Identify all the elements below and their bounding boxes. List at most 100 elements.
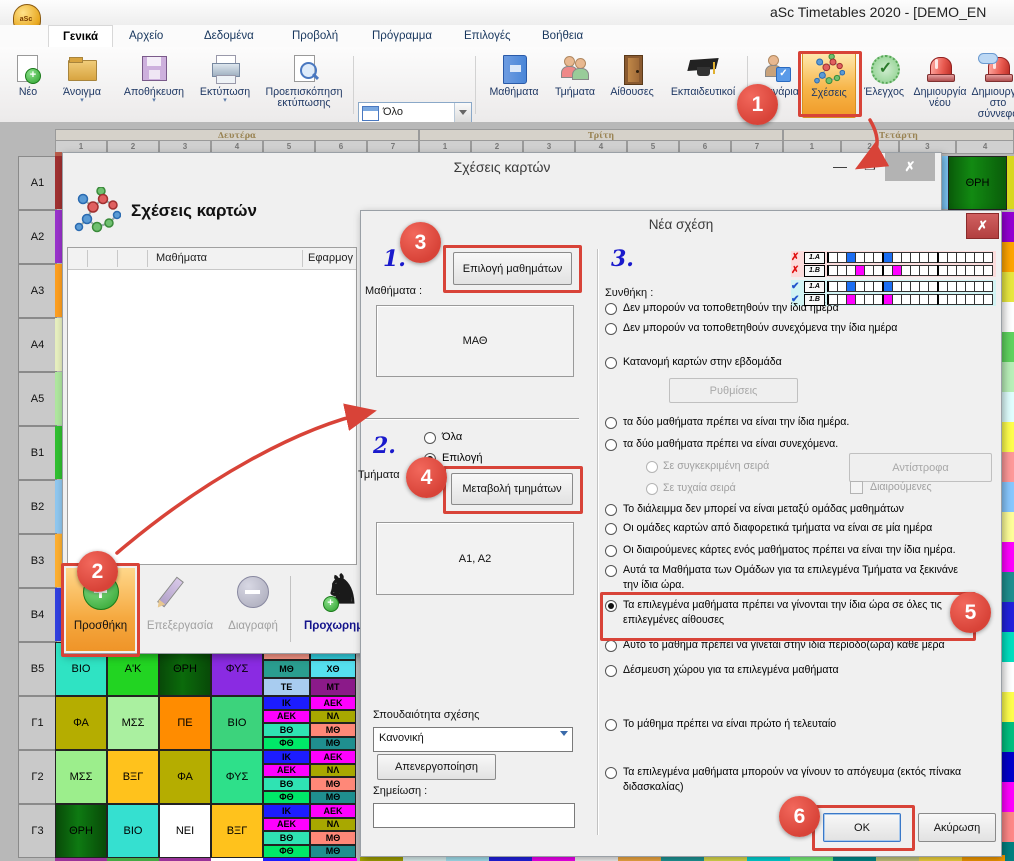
timetable-mini-cell[interactable]: ΤΕ [263, 678, 310, 696]
timetable-mini-cell[interactable]: ΜΘ [310, 777, 356, 791]
condition-label-16[interactable]: Τα επιλεγμένα μαθήματα μπορούν να γίνουν… [623, 765, 963, 795]
condition-radio-1[interactable] [605, 303, 617, 315]
timetable-mini-cell[interactable]: ΑΕΚ [310, 804, 356, 818]
timetable-cell[interactable]: ΝΕΙ [159, 804, 211, 858]
timetable-mini-cell[interactable]: ΧΘ [310, 660, 356, 678]
delete-relation-button[interactable]: Διαγραφή [221, 568, 285, 651]
row-label-A3[interactable]: A3 [18, 264, 57, 318]
condition-radio-10[interactable] [605, 545, 617, 557]
timetable-mini-cell[interactable]: ΜΘ [263, 660, 310, 678]
condition-radio-2[interactable] [605, 323, 617, 335]
timetable-mini-cell[interactable]: ΒΘ [263, 831, 310, 845]
condition-radio-7[interactable] [646, 483, 658, 495]
timetable-cell[interactable]: ΜΣΣ [107, 696, 159, 750]
print-preview-button[interactable]: Προεπισκόπηση εκτύπωσης [258, 52, 350, 116]
menu-tab-6[interactable]: Επιλογές [450, 25, 525, 47]
timetable-mini-cell[interactable]: ΜΘ [310, 737, 356, 751]
condition-radio-9[interactable] [605, 523, 617, 535]
open-button[interactable]: Άνοιγμα▾ [50, 52, 114, 116]
menu-tab-4[interactable]: Προβολή [278, 25, 352, 47]
close-icon[interactable]: ✗ [966, 213, 999, 239]
timetable-mini-cell[interactable]: ΑΕΚ [263, 818, 310, 832]
timetable-mini-cell[interactable]: ΜΘ [310, 831, 356, 845]
classes-button[interactable]: Τμήματα [548, 52, 602, 116]
teachers-button[interactable]: Εκπαιδευτικοί [662, 52, 744, 116]
condition-label-2[interactable]: Δεν μπορούν να τοποθετηθούν συνεχόμενα τ… [623, 321, 897, 336]
condition-label-14[interactable]: Δέσμευση χώρου για τα επιλεγμένα μαθήματ… [623, 663, 839, 678]
row-label-B1[interactable]: B1 [18, 426, 57, 480]
menu-tab-7[interactable]: Βοήθεια [528, 25, 597, 47]
condition-radio-6[interactable] [646, 461, 658, 473]
condition-label-15[interactable]: Το μάθημα πρέπει να είναι πρώτο ή τελευτ… [623, 717, 836, 732]
column-applied[interactable]: Εφαρμογ [308, 252, 353, 264]
timetable-cell[interactable]: ΒΙΟ [211, 696, 263, 750]
timetable-mini-cell[interactable]: ΝΛ [310, 764, 356, 778]
cancel-button[interactable]: Ακύρωση [918, 813, 996, 842]
timetable-mini-cell[interactable]: ΜΘ [310, 845, 356, 859]
condition-radio-13[interactable] [605, 640, 617, 652]
timetable-mini-cell[interactable]: ΙΚ [263, 696, 310, 710]
timetable-cell[interactable]: ΒΞΓ [107, 750, 159, 804]
condition-radio-14[interactable] [605, 665, 617, 677]
classes-all-radio[interactable] [424, 432, 436, 444]
timetable-mini-cell[interactable]: ΦΘ [263, 845, 310, 859]
timetable-mini-cell[interactable]: ΝΛ [310, 818, 356, 832]
menu-tab-1[interactable]: Γενικά [48, 25, 113, 48]
timetable-mini-cell[interactable]: ΜΘ [310, 791, 356, 805]
condition-label-1[interactable]: Δεν μπορούν να τοποθετηθούν την ίδια ημέ… [623, 301, 839, 316]
subjects-button[interactable]: Μαθήματα [482, 52, 546, 116]
condition-label-5[interactable]: τα δύο μαθήματα πρέπει να είναι συνεχόμε… [623, 437, 838, 452]
timetable-mini-cell[interactable]: ΦΘ [263, 737, 310, 751]
timetable-cell[interactable]: ΒΞΓ [211, 804, 263, 858]
row-label-Γ3[interactable]: Γ3 [18, 804, 57, 858]
column-subjects[interactable]: Μαθήματα [156, 252, 207, 264]
relations-list[interactable]: Μαθήματα Εφαρμογ [67, 247, 357, 565]
timetable-mini-cell[interactable]: ΙΚ [263, 804, 310, 818]
condition-label-9[interactable]: Οι ομάδες καρτών από διαφορετικά τμήματα… [623, 521, 932, 536]
deactivate-button[interactable]: Απενεργοποίηση [377, 754, 496, 780]
timetable-mini-cell[interactable]: ΑΕΚ [263, 764, 310, 778]
timetable-mini-cell[interactable]: ΒΘ [263, 723, 310, 737]
classes-select-label[interactable]: Επιλογή [442, 451, 482, 466]
timetable-cell[interactable]: ΜΣΣ [55, 750, 107, 804]
timetable-mini-cell[interactable]: ΜΘ [310, 723, 356, 737]
timetable-mini-cell[interactable]: ΙΚ [263, 750, 310, 764]
timetable-cell[interactable]: ΦΥΣ [211, 750, 263, 804]
row-label-Γ2[interactable]: Γ2 [18, 750, 57, 804]
condition-label-10[interactable]: Οι διαιρούμενες κάρτες ενός μαθήματος πρ… [623, 543, 956, 558]
note-input[interactable] [373, 803, 575, 828]
timetable-mini-cell[interactable]: ΑΕΚ [263, 710, 310, 724]
row-label-A1[interactable]: A1 [18, 156, 57, 210]
timetable-mini-cell[interactable]: ΝΛ [310, 710, 356, 724]
close-button[interactable]: ✗ [885, 153, 935, 181]
condition-radio-8[interactable] [605, 504, 617, 516]
menu-tab-3[interactable]: Δεδομένα [190, 25, 268, 47]
condition-radio-15[interactable] [605, 719, 617, 731]
condition-label-8[interactable]: Το διάλειμμα δεν μπορεί να είναι μεταξύ … [623, 502, 904, 517]
condition-label-7[interactable]: Σε τυχαία σειρά [663, 481, 736, 496]
timetable-mini-cell[interactable]: ΑΕΚ [310, 750, 356, 764]
timetable-cell[interactable]: ΘΡΗ [948, 156, 1007, 210]
combo-dropdown-arrow[interactable] [454, 103, 471, 122]
classrooms-button[interactable]: Αίθουσες [604, 52, 660, 116]
check-button[interactable]: ✓ Έλεγχος [858, 52, 910, 116]
condition-radio-5[interactable] [605, 439, 617, 451]
condition-label-3[interactable]: Κατανομή καρτών στην εβδομάδα [623, 355, 782, 370]
generate-new-button[interactable]: Δημιουργία νέου [912, 52, 968, 116]
timetable-mini-cell[interactable]: ΑΕΚ [310, 696, 356, 710]
row-label-B3[interactable]: B3 [18, 534, 57, 588]
row-label-B2[interactable]: B2 [18, 480, 57, 534]
row-label-A2[interactable]: A2 [18, 210, 57, 264]
condition-label-6[interactable]: Σε συγκεκριμένη σειρά [663, 459, 769, 474]
condition-label-4[interactable]: τα δύο μαθήματα πρέπει να είναι την ίδια… [623, 415, 849, 430]
timetable-cell[interactable]: ΒΙΟ [107, 804, 159, 858]
settings-button[interactable]: Ρυθμίσεις [669, 378, 798, 403]
reverse-button[interactable]: Αντίστροφα [849, 453, 992, 482]
generate-cloud-button[interactable]: Δημιουργία στο σύννεφο [970, 52, 1014, 116]
condition-radio-4[interactable] [605, 417, 617, 429]
menu-tab-2[interactable]: Αρχείο [115, 25, 177, 47]
row-label-A4[interactable]: A4 [18, 318, 57, 372]
timetable-cell[interactable]: ΦΑ [55, 696, 107, 750]
divided-checkbox[interactable] [850, 481, 863, 494]
maximize-button[interactable]: ❐ [859, 158, 881, 176]
